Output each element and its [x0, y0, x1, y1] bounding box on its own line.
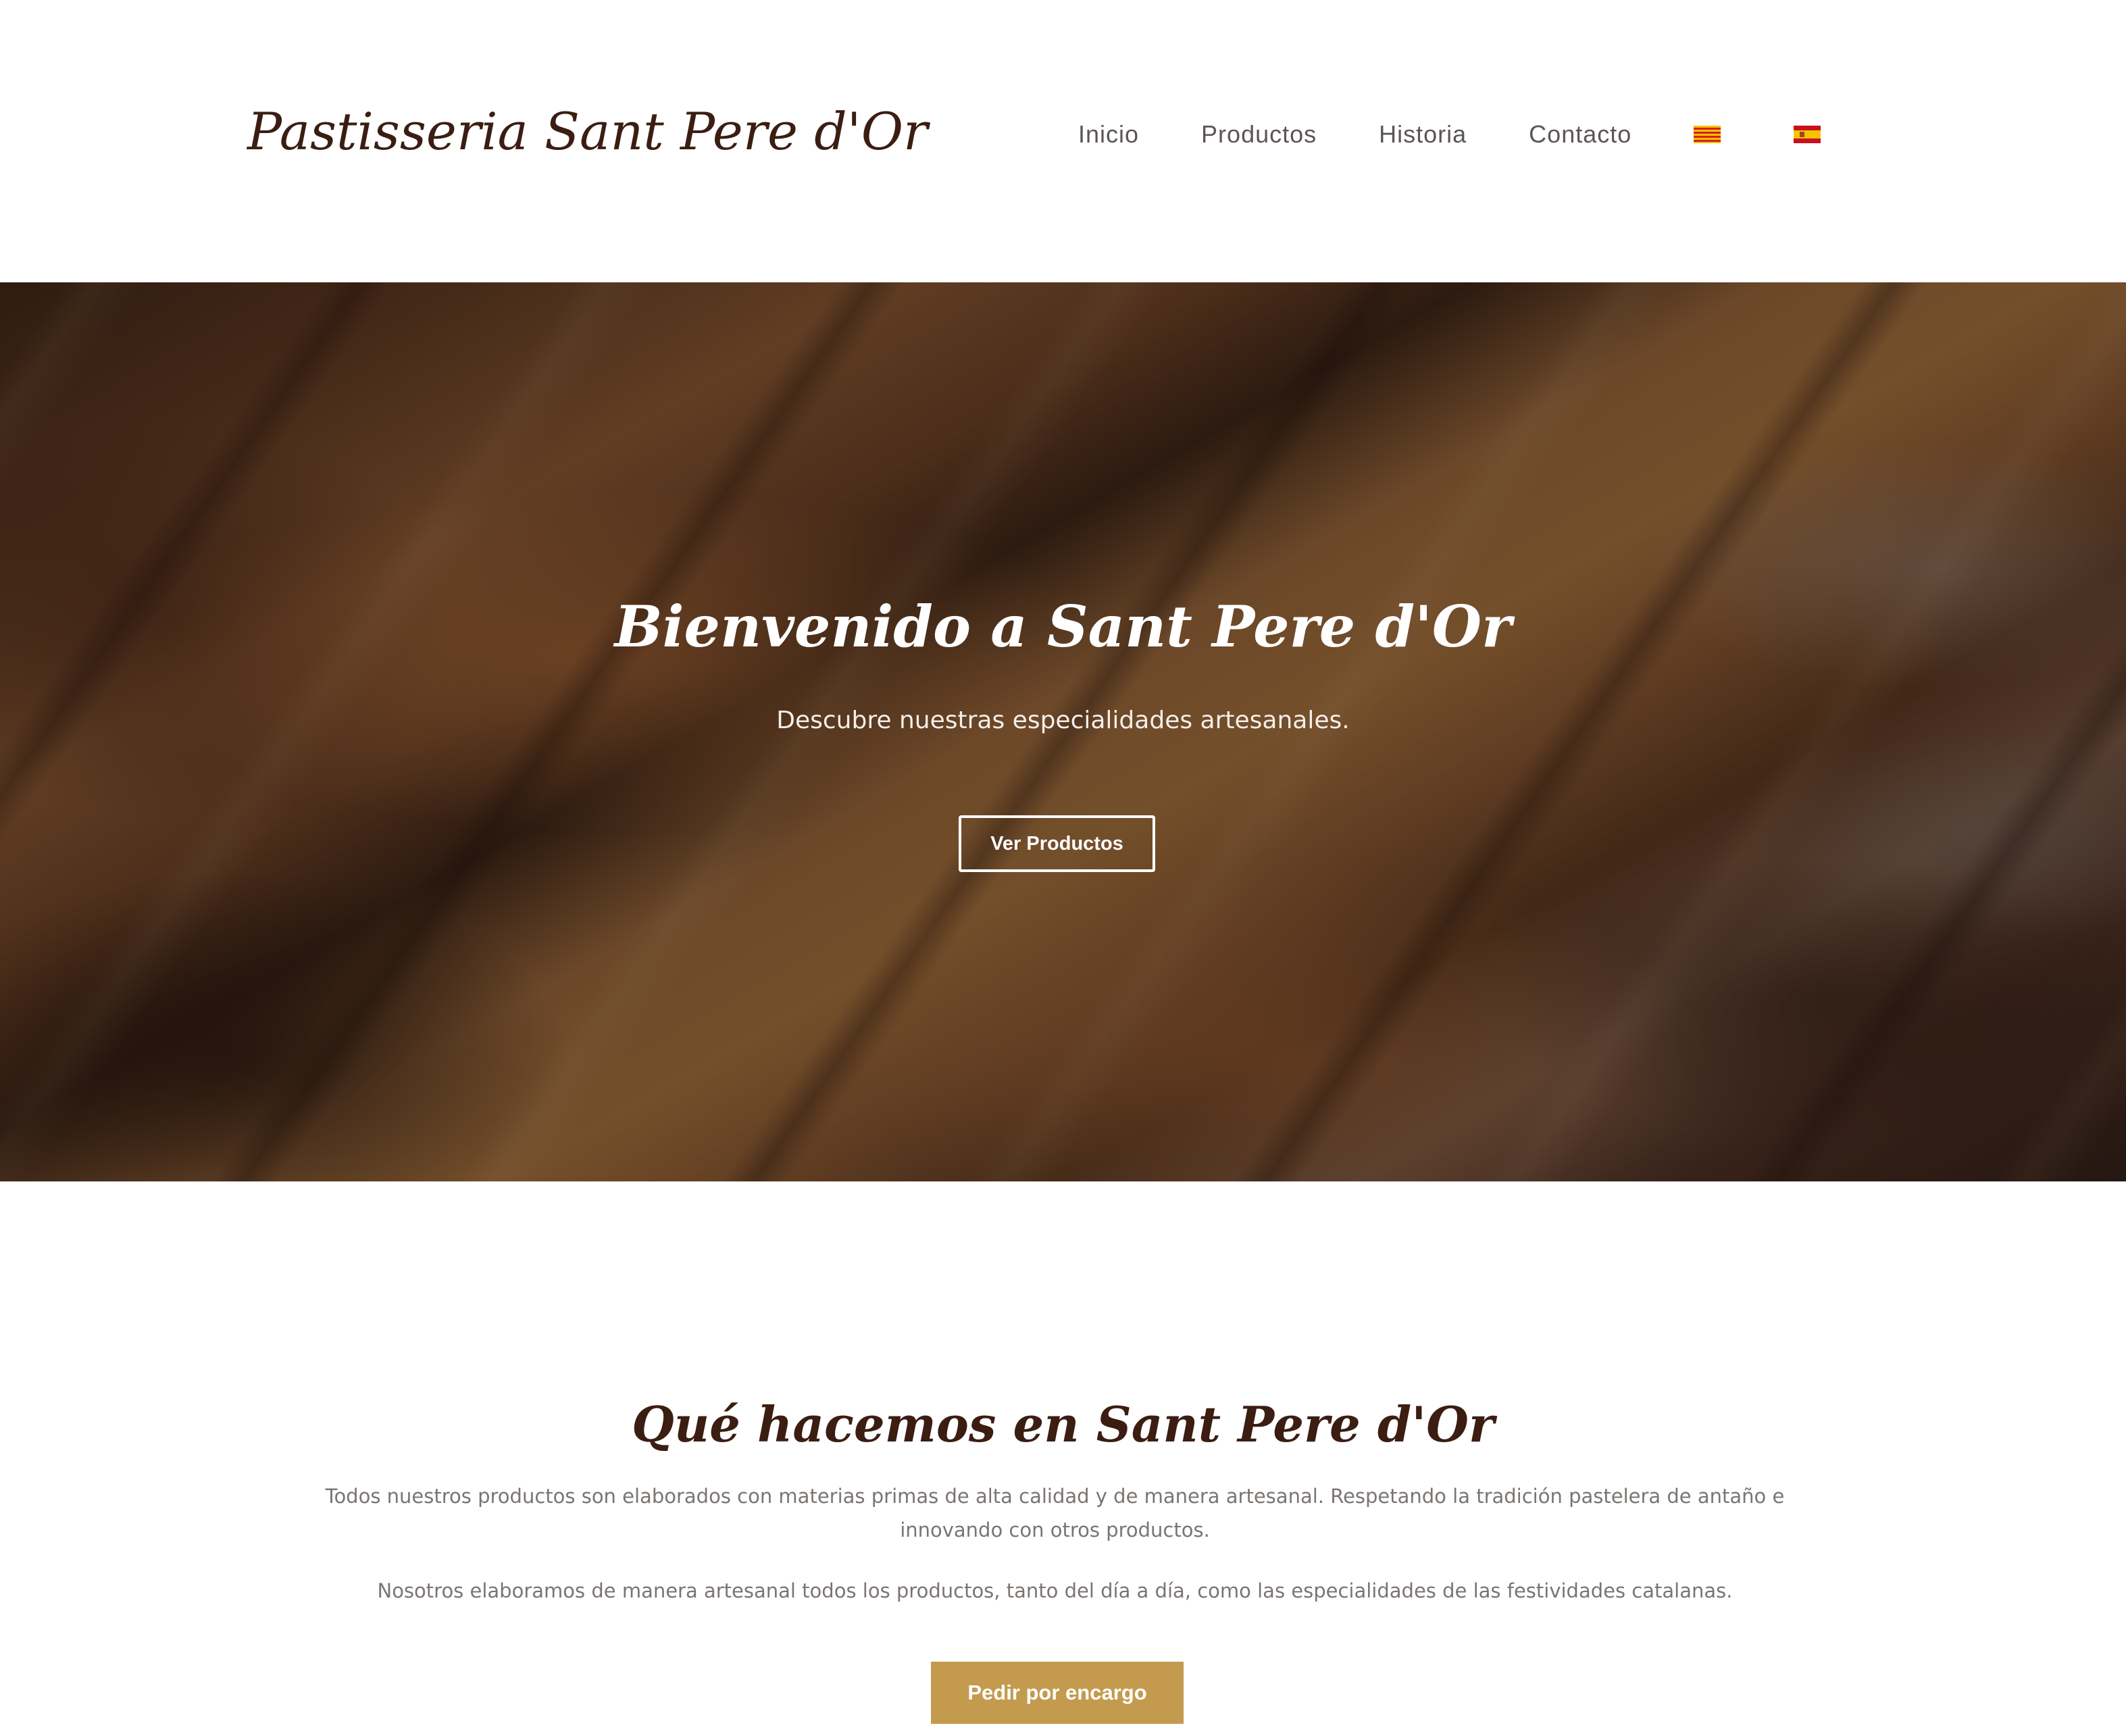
- nav-item-contacto[interactable]: Contacto: [1529, 120, 1631, 149]
- nav-item-productos[interactable]: Productos: [1201, 120, 1317, 149]
- site-header: Pastisseria Sant Pere d'Or Inicio Produc…: [0, 0, 2126, 282]
- hero-banner: Bienvenido a Sant Pere d'Or Descubre nue…: [0, 282, 2126, 1181]
- hero-title: Bienvenido a Sant Pere d'Or: [614, 593, 1512, 660]
- site-logo[interactable]: Pastisseria Sant Pere d'Or: [247, 101, 928, 161]
- view-products-button[interactable]: Ver Productos: [959, 815, 1155, 872]
- about-paragraph-2: Nosotros elaboramos de manera artesanal …: [377, 1579, 1733, 1602]
- hero-subtitle: Descubre nuestras especialidades artesan…: [776, 707, 1350, 734]
- spanish-flag-icon[interactable]: [1794, 126, 1821, 143]
- about-paragraph-1: Todos nuestros productos son elaborados …: [325, 1485, 1785, 1541]
- order-button[interactable]: Pedir por encargo: [931, 1662, 1184, 1724]
- nav-item-inicio[interactable]: Inicio: [1078, 120, 1139, 149]
- nav-item-historia[interactable]: Historia: [1379, 120, 1467, 149]
- catalan-flag-icon[interactable]: [1694, 126, 1721, 143]
- about-title: Qué hacemos en Sant Pere d'Or: [632, 1396, 1494, 1453]
- main-nav: Inicio Productos Historia Contacto: [1078, 116, 1821, 153]
